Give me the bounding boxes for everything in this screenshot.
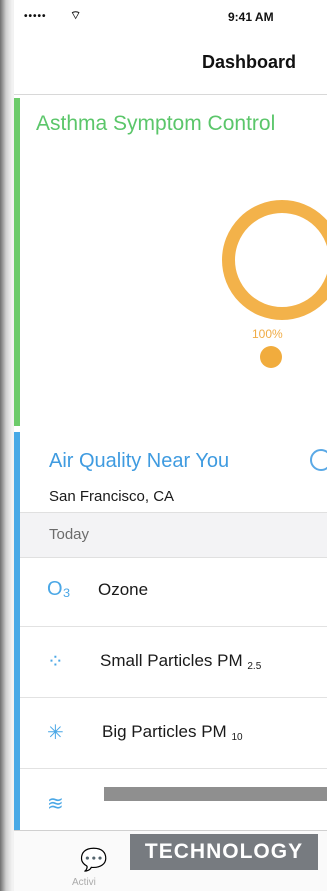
big-particles-icon: ✳ (47, 722, 64, 744)
list-item-label: Ozone (98, 580, 149, 599)
section-header-today: Today (20, 512, 327, 558)
nav-bar: Dashboard (14, 34, 327, 95)
air-quality-title: Air Quality Near You (49, 450, 230, 472)
chat-bubble-icon[interactable]: 💬 (80, 847, 107, 873)
control-percent-label: 100% (252, 327, 283, 341)
air-quality-card: Air Quality Near You San Francisco, CA T… (14, 432, 327, 891)
wifi-icon: ⌔ (70, 8, 82, 22)
asthma-card-title: Asthma Symptom Control (36, 112, 276, 135)
list-item-small-particles[interactable]: ⁘ Small Particles PM 2.5 (20, 627, 327, 698)
location-label: San Francisco, CA (49, 488, 175, 505)
control-indicator-dot (260, 346, 282, 368)
info-icon[interactable] (310, 449, 327, 471)
small-particles-icon: ⁘ (47, 651, 64, 673)
page-title: Dashboard (202, 52, 297, 72)
list-item-big-particles[interactable]: ✳ Big Particles PM 10 (20, 698, 327, 769)
list-item-wind[interactable]: ≋ (20, 769, 327, 839)
ozone-icon: O₃ (47, 578, 71, 600)
status-time: 9:41 AM (228, 10, 274, 24)
section-header-label: Today (49, 526, 90, 543)
status-bar: ••••• ⌔ 9:41 AM (14, 0, 327, 34)
signal-icon: ••••• (24, 11, 47, 22)
phone-screen: ••••• ⌔ 9:41 AM Dashboard Asthma Symptom… (14, 0, 327, 891)
tab-activity-label[interactable]: Activi (72, 877, 96, 888)
list-item-label: Small Particles PM 2.5 (100, 651, 262, 672)
overlay-bar (104, 787, 327, 801)
technology-badge: TECHNOLOGY (130, 834, 318, 870)
wind-icon: ≋ (47, 793, 64, 815)
list-item-ozone[interactable]: O₃ Ozone (20, 556, 327, 627)
list-item-label: Big Particles PM 10 (102, 722, 243, 743)
